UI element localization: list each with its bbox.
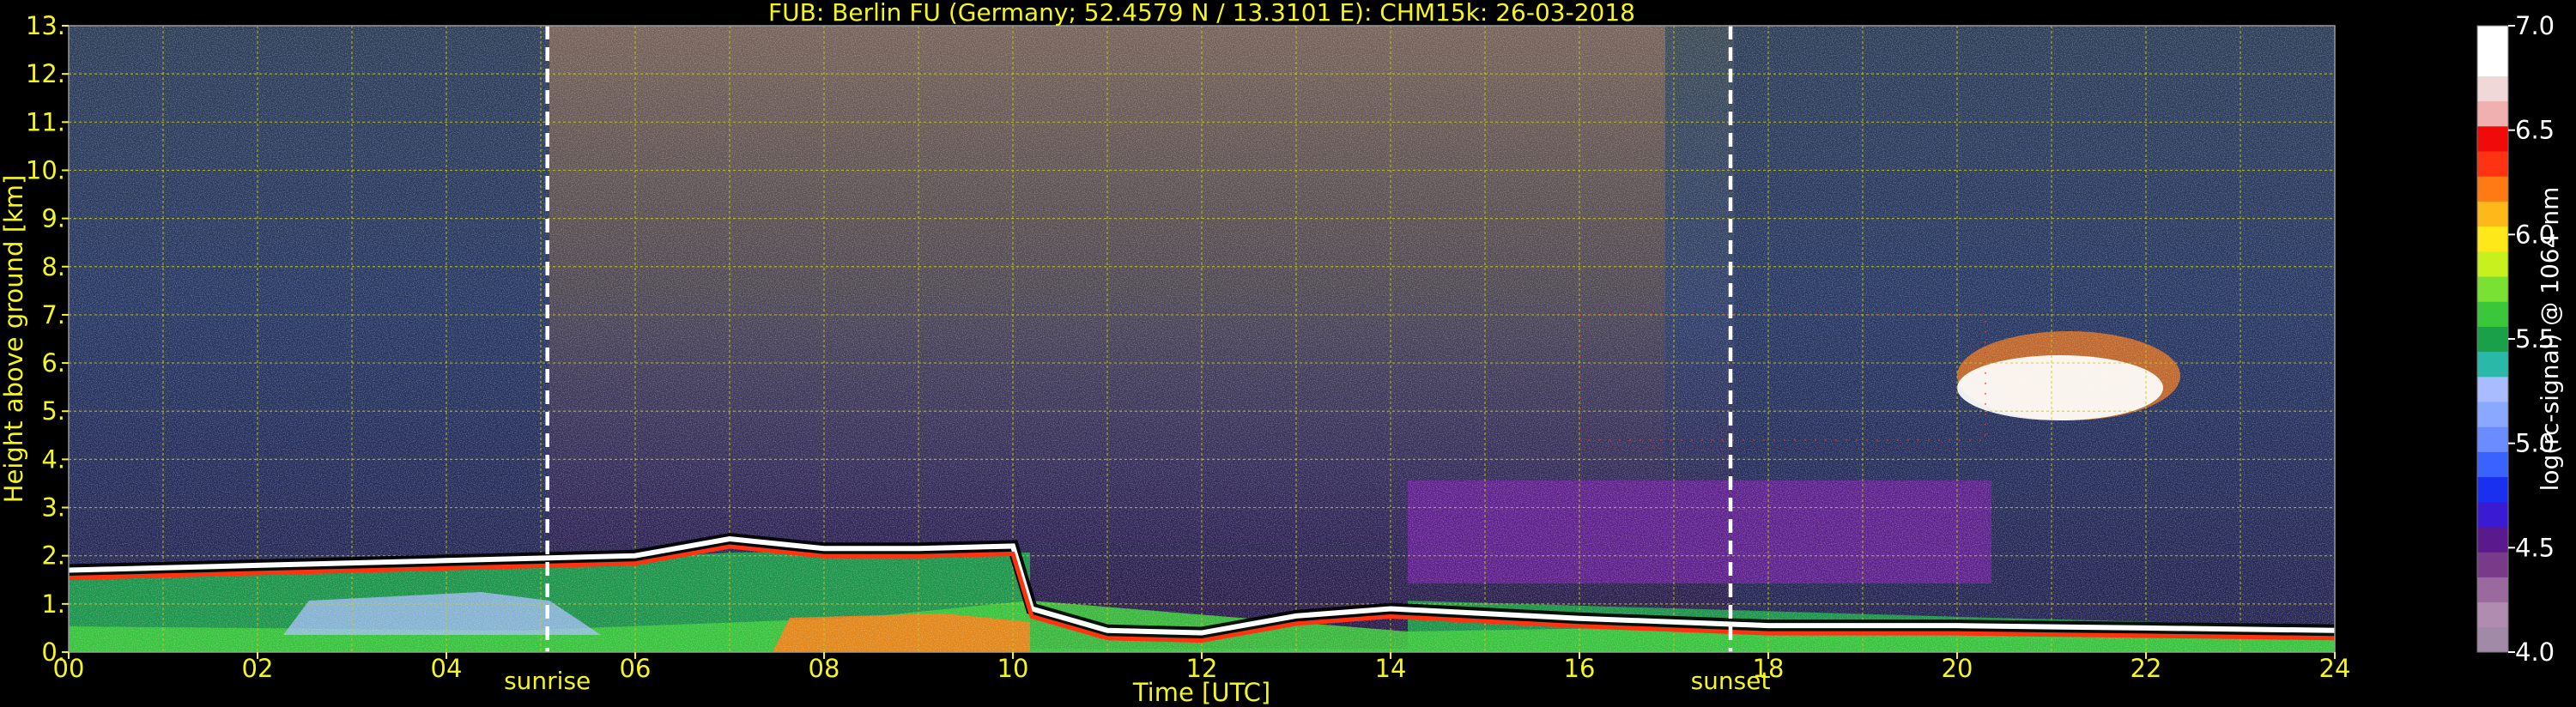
colorbar-segment [2477,176,2508,202]
y-tick-label: 2. [41,541,65,571]
colorbar [2476,25,2509,653]
y-tick-label: 3. [41,493,65,523]
colorbar-tick-label: 6.5 [2515,116,2555,145]
colorbar-segment [2477,301,2508,327]
colorbar-segment [2477,351,2508,378]
y-tick-label: 6. [41,348,65,378]
y-tick-label: 11. [26,107,65,136]
colorbar-segment [2477,276,2508,302]
x-tick-label: 20 [1942,654,1973,683]
colorbar-segment [2477,151,2508,177]
colorbar-tick-label: 7.0 [2515,11,2555,40]
y-tick-label: 10. [26,155,65,184]
colorbar-segment [2477,201,2508,227]
ceilometer-chart: sunrise sunset 0.1.2.3.4.5.6.7.8.9.10.11.… [0,0,2564,707]
x-tick-label: 22 [2131,654,2162,683]
y-tick-label: 1. [41,589,65,619]
x-tick-label: 08 [809,654,840,683]
colorbar-segment [2477,451,2508,478]
colorbar-segment [2477,326,2508,353]
y-tick-label: 4. [41,444,65,474]
colorbar-segment [2477,125,2508,152]
x-tick-label: 06 [620,654,652,683]
colorbar-segment [2477,226,2508,252]
x-tick-label: 14 [1375,654,1407,683]
sunrise-label: sunrise [504,667,591,695]
y-tick-label: 9. [41,204,65,233]
y-tick-label: 7. [41,300,65,329]
colorbar-segment [2477,76,2508,102]
colorbar-segment [2477,527,2508,553]
colorbar-segment [2477,426,2508,452]
colorbar-tick-label: 4.5 [2515,533,2555,562]
colorbar-segment [2477,26,2508,51]
chart-title: FUB: Berlin FU (Germany; 52.4579 N / 13.… [768,0,1635,27]
y-tick-label: 13. [26,11,65,40]
y-axis-ticks: 0.1.2.3.4.5.6.7.8.9.10.11.12.13. [26,11,69,667]
y-axis-label: Height above ground [km] [0,175,28,504]
x-tick-label: 24 [2319,654,2351,683]
x-tick-label: 10 [997,654,1029,683]
x-tick-label: 02 [242,654,274,683]
colorbar-segment [2477,501,2508,528]
colorbar-segment [2477,601,2508,628]
colorbar-segment [2477,376,2508,402]
x-tick-label: 16 [1564,654,1596,683]
colorbar-segment [2477,476,2508,503]
colorbar-segment [2477,251,2508,277]
x-axis-label: Time [UTC] [1132,678,1270,707]
x-tick-label: 04 [431,654,463,683]
colorbar-segment [2477,577,2508,603]
colorbar-tick-label: 4.0 [2515,638,2555,667]
colorbar-segment [2477,402,2508,427]
colorbar-segment [2477,51,2508,76]
y-tick-label: 12. [26,59,65,88]
colorbar-segment [2477,626,2508,653]
x-tick-label: 00 [53,654,85,683]
y-tick-label: 8. [41,252,65,281]
y-tick-label: 5. [41,396,65,426]
x-tick-label: 18 [1753,654,1785,683]
colorbar-segment [2477,552,2508,577]
colorbar-label: log(rc-signal) @ 1064 nm [2536,187,2564,492]
colorbar-segment [2477,100,2508,127]
